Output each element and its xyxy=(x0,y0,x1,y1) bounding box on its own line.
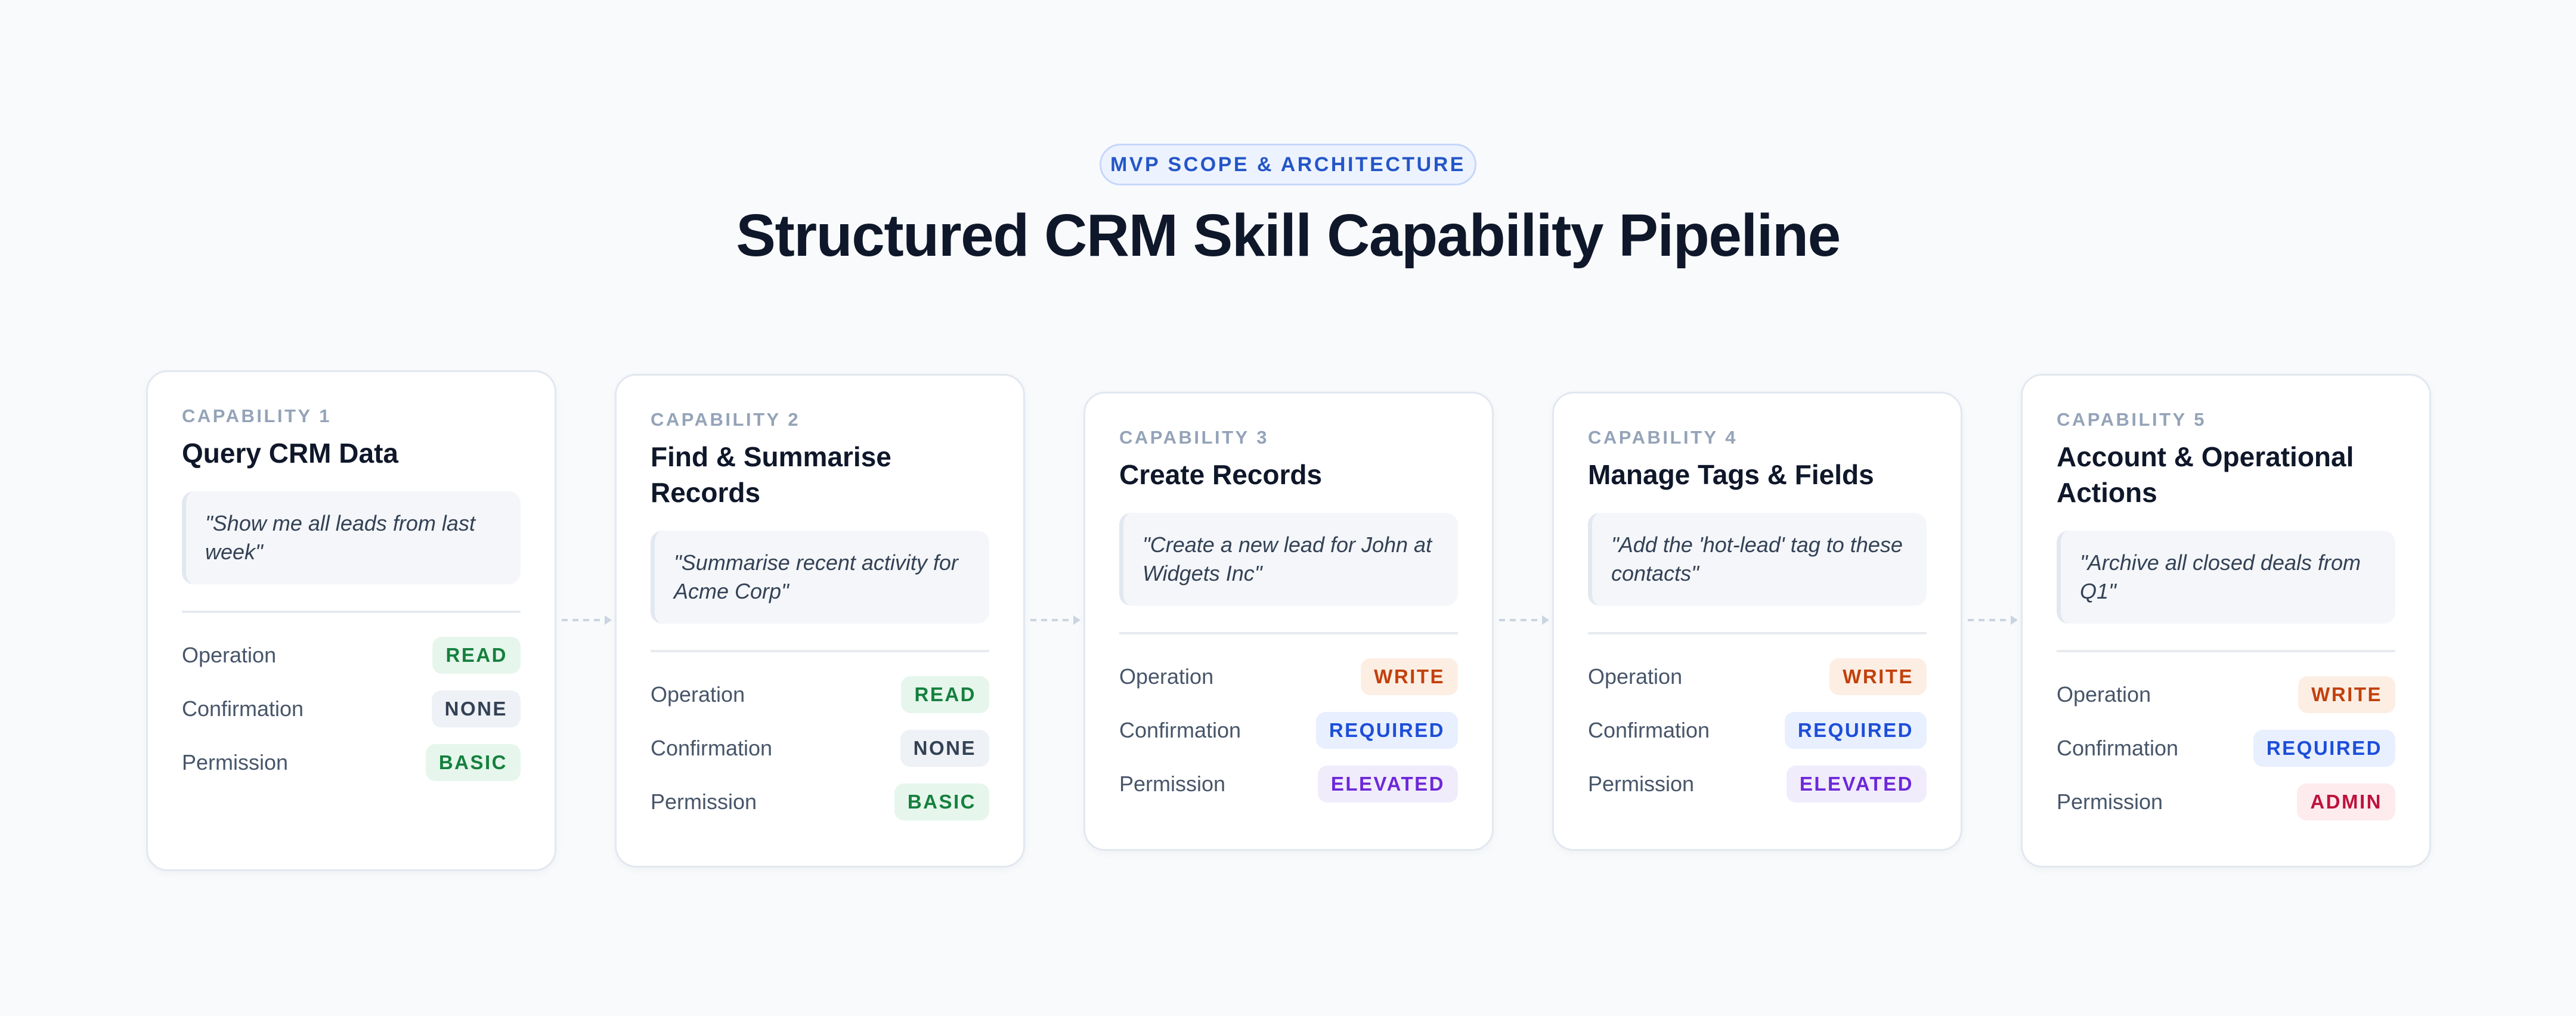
operation-label: Operation xyxy=(1588,664,1683,689)
permission-label: Permission xyxy=(182,750,289,775)
operation-label: Operation xyxy=(182,643,277,667)
page-title: Structured CRM Skill Capability Pipeline xyxy=(736,202,1841,269)
capability-title: Manage Tags & Fields xyxy=(1588,459,1874,490)
confirmation-label: Confirmation xyxy=(2057,736,2179,760)
confirmation-row: Confirmation REQUIRED xyxy=(2057,730,2395,767)
permission-row: Permission ELEVATED xyxy=(1588,766,1927,803)
example-prompt: "Summarise recent activity for Acme Corp… xyxy=(651,531,989,624)
operation-badge: WRITE xyxy=(1361,658,1458,695)
operation-badge: WRITE xyxy=(1829,658,1927,695)
permission-badge: BASIC xyxy=(894,783,989,820)
card-divider xyxy=(1119,632,1458,634)
capability-card: CAPABILITY 4 Manage Tags & Fields "Add t… xyxy=(1552,392,1962,851)
confirmation-row: Confirmation NONE xyxy=(182,690,521,727)
confirmation-label: Confirmation xyxy=(1588,718,1710,742)
confirmation-badge: REQUIRED xyxy=(1784,712,1927,749)
pipeline-arrow xyxy=(1968,615,2018,625)
permission-badge: BASIC xyxy=(425,744,521,781)
capability-card: CAPABILITY 5 Account & Operational Actio… xyxy=(2021,374,2431,868)
capability-title: Find & Summarise Records xyxy=(651,441,891,508)
permission-badge: ELEVATED xyxy=(1317,766,1458,803)
card-divider xyxy=(182,611,521,613)
pipeline-arrow xyxy=(562,615,612,625)
example-prompt: "Add the 'hot-lead' tag to these contact… xyxy=(1588,513,1927,606)
permission-row: Permission ADMIN xyxy=(2057,783,2395,820)
confirmation-badge: REQUIRED xyxy=(1315,712,1458,749)
capability-title: Query CRM Data xyxy=(182,438,398,469)
operation-badge: WRITE xyxy=(2298,676,2395,713)
pipeline-arrow xyxy=(1499,615,1549,625)
operation-row: Operation WRITE xyxy=(1588,658,1927,695)
capability-number: CAPABILITY 2 xyxy=(651,409,800,430)
confirmation-badge: REQUIRED xyxy=(2253,730,2395,767)
card-divider xyxy=(2057,650,2395,652)
capability-card: CAPABILITY 2 Find & Summarise Records "S… xyxy=(615,374,1025,868)
operation-row: Operation WRITE xyxy=(1119,658,1458,695)
confirmation-row: Confirmation NONE xyxy=(651,730,989,767)
scope-eyebrow-pill: MVP SCOPE & ARCHITECTURE xyxy=(1100,144,1476,185)
confirmation-row: Confirmation REQUIRED xyxy=(1588,712,1927,749)
permission-row: Permission BASIC xyxy=(182,744,521,781)
page-header: MVP SCOPE & ARCHITECTURE Structured CRM … xyxy=(0,0,2576,286)
operation-badge: READ xyxy=(432,637,521,674)
pipeline-arrow xyxy=(1030,615,1080,625)
operation-label: Operation xyxy=(651,682,745,707)
operation-row: Operation WRITE xyxy=(2057,676,2395,713)
capability-number: CAPABILITY 3 xyxy=(1119,427,1269,448)
example-prompt: "Archive all closed deals from Q1" xyxy=(2057,531,2395,624)
card-divider xyxy=(1588,632,1927,634)
permission-badge: ADMIN xyxy=(2297,783,2395,820)
example-prompt: "Show me all leads from last week" xyxy=(182,491,521,584)
capability-number: CAPABILITY 4 xyxy=(1588,427,1738,448)
operation-label: Operation xyxy=(1119,664,1214,689)
capability-card: CAPABILITY 3 Create Records "Create a ne… xyxy=(1083,392,1494,851)
confirmation-badge: NONE xyxy=(900,730,989,767)
permission-label: Permission xyxy=(651,789,757,814)
confirmation-label: Confirmation xyxy=(182,696,304,721)
capability-card: CAPABILITY 1 Query CRM Data "Show me all… xyxy=(146,370,556,871)
permission-label: Permission xyxy=(2057,789,2163,814)
permission-row: Permission BASIC xyxy=(651,783,989,820)
confirmation-label: Confirmation xyxy=(1119,718,1241,742)
permission-label: Permission xyxy=(1119,772,1226,796)
operation-row: Operation READ xyxy=(651,676,989,713)
confirmation-label: Confirmation xyxy=(651,736,773,760)
confirmation-row: Confirmation REQUIRED xyxy=(1119,712,1458,749)
operation-row: Operation READ xyxy=(182,637,521,674)
card-divider xyxy=(651,650,989,652)
capability-number: CAPABILITY 5 xyxy=(2057,409,2206,430)
capability-title: Account & Operational Actions xyxy=(2057,441,2354,508)
permission-badge: ELEVATED xyxy=(1786,766,1927,803)
permission-row: Permission ELEVATED xyxy=(1119,766,1458,803)
example-prompt: "Create a new lead for John at Widgets I… xyxy=(1119,513,1458,606)
operation-label: Operation xyxy=(2057,682,2151,707)
operation-badge: READ xyxy=(901,676,989,713)
capability-number: CAPABILITY 1 xyxy=(182,405,332,426)
confirmation-badge: NONE xyxy=(431,690,521,727)
permission-label: Permission xyxy=(1588,772,1695,796)
capability-title: Create Records xyxy=(1119,459,1323,490)
